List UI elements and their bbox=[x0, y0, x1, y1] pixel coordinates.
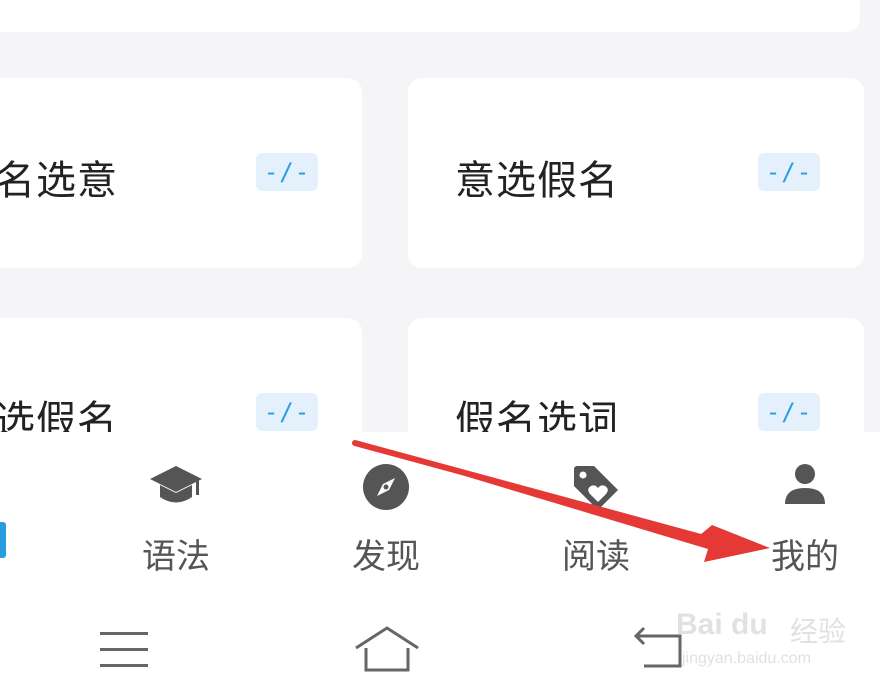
watermark-logo: Bai du bbox=[676, 608, 768, 641]
tab-label: 发现 bbox=[352, 537, 420, 577]
person-icon bbox=[785, 464, 825, 504]
tab-read[interactable]: 阅读 bbox=[526, 432, 666, 590]
card-title: 意选假名 bbox=[455, 158, 619, 204]
baidu-jingyan-watermark: Bai du 经验 jingyan.baidu.com bbox=[672, 590, 872, 670]
quiz-card-meaning-to-kana[interactable]: 意选假名 -/- bbox=[408, 78, 864, 268]
tab-label: 阅读 bbox=[562, 537, 630, 577]
tab-discover[interactable]: 发现 bbox=[316, 432, 456, 590]
graduation-cap-icon bbox=[150, 466, 202, 503]
active-tab-edge-indicator bbox=[0, 522, 6, 558]
compass-icon bbox=[363, 464, 409, 510]
progress-badge: -/- bbox=[758, 153, 820, 191]
tab-label: 我的 bbox=[771, 537, 839, 577]
progress-badge: -/- bbox=[758, 393, 820, 431]
tab-grammar[interactable]: 语法 bbox=[106, 432, 246, 590]
progress-badge: -/- bbox=[256, 393, 318, 431]
tab-mine[interactable]: 我的 bbox=[735, 432, 875, 590]
quiz-card-kana-to-meaning[interactable]: 名选意 -/- bbox=[0, 78, 362, 268]
watermark-brand: 经验 bbox=[790, 615, 847, 648]
card-title: 名选意 bbox=[0, 158, 118, 204]
home-icon[interactable] bbox=[350, 590, 424, 690]
top-card-partial bbox=[0, 0, 860, 32]
progress-badge: -/- bbox=[256, 153, 318, 191]
tab-label: 语法 bbox=[142, 537, 210, 577]
menu-icon[interactable] bbox=[96, 590, 152, 690]
watermark-url: jingyan.baidu.com bbox=[682, 650, 811, 667]
heart-tag-icon bbox=[574, 466, 618, 510]
bottom-tab-bar: 语法 发现 阅读 我的 bbox=[0, 432, 880, 590]
